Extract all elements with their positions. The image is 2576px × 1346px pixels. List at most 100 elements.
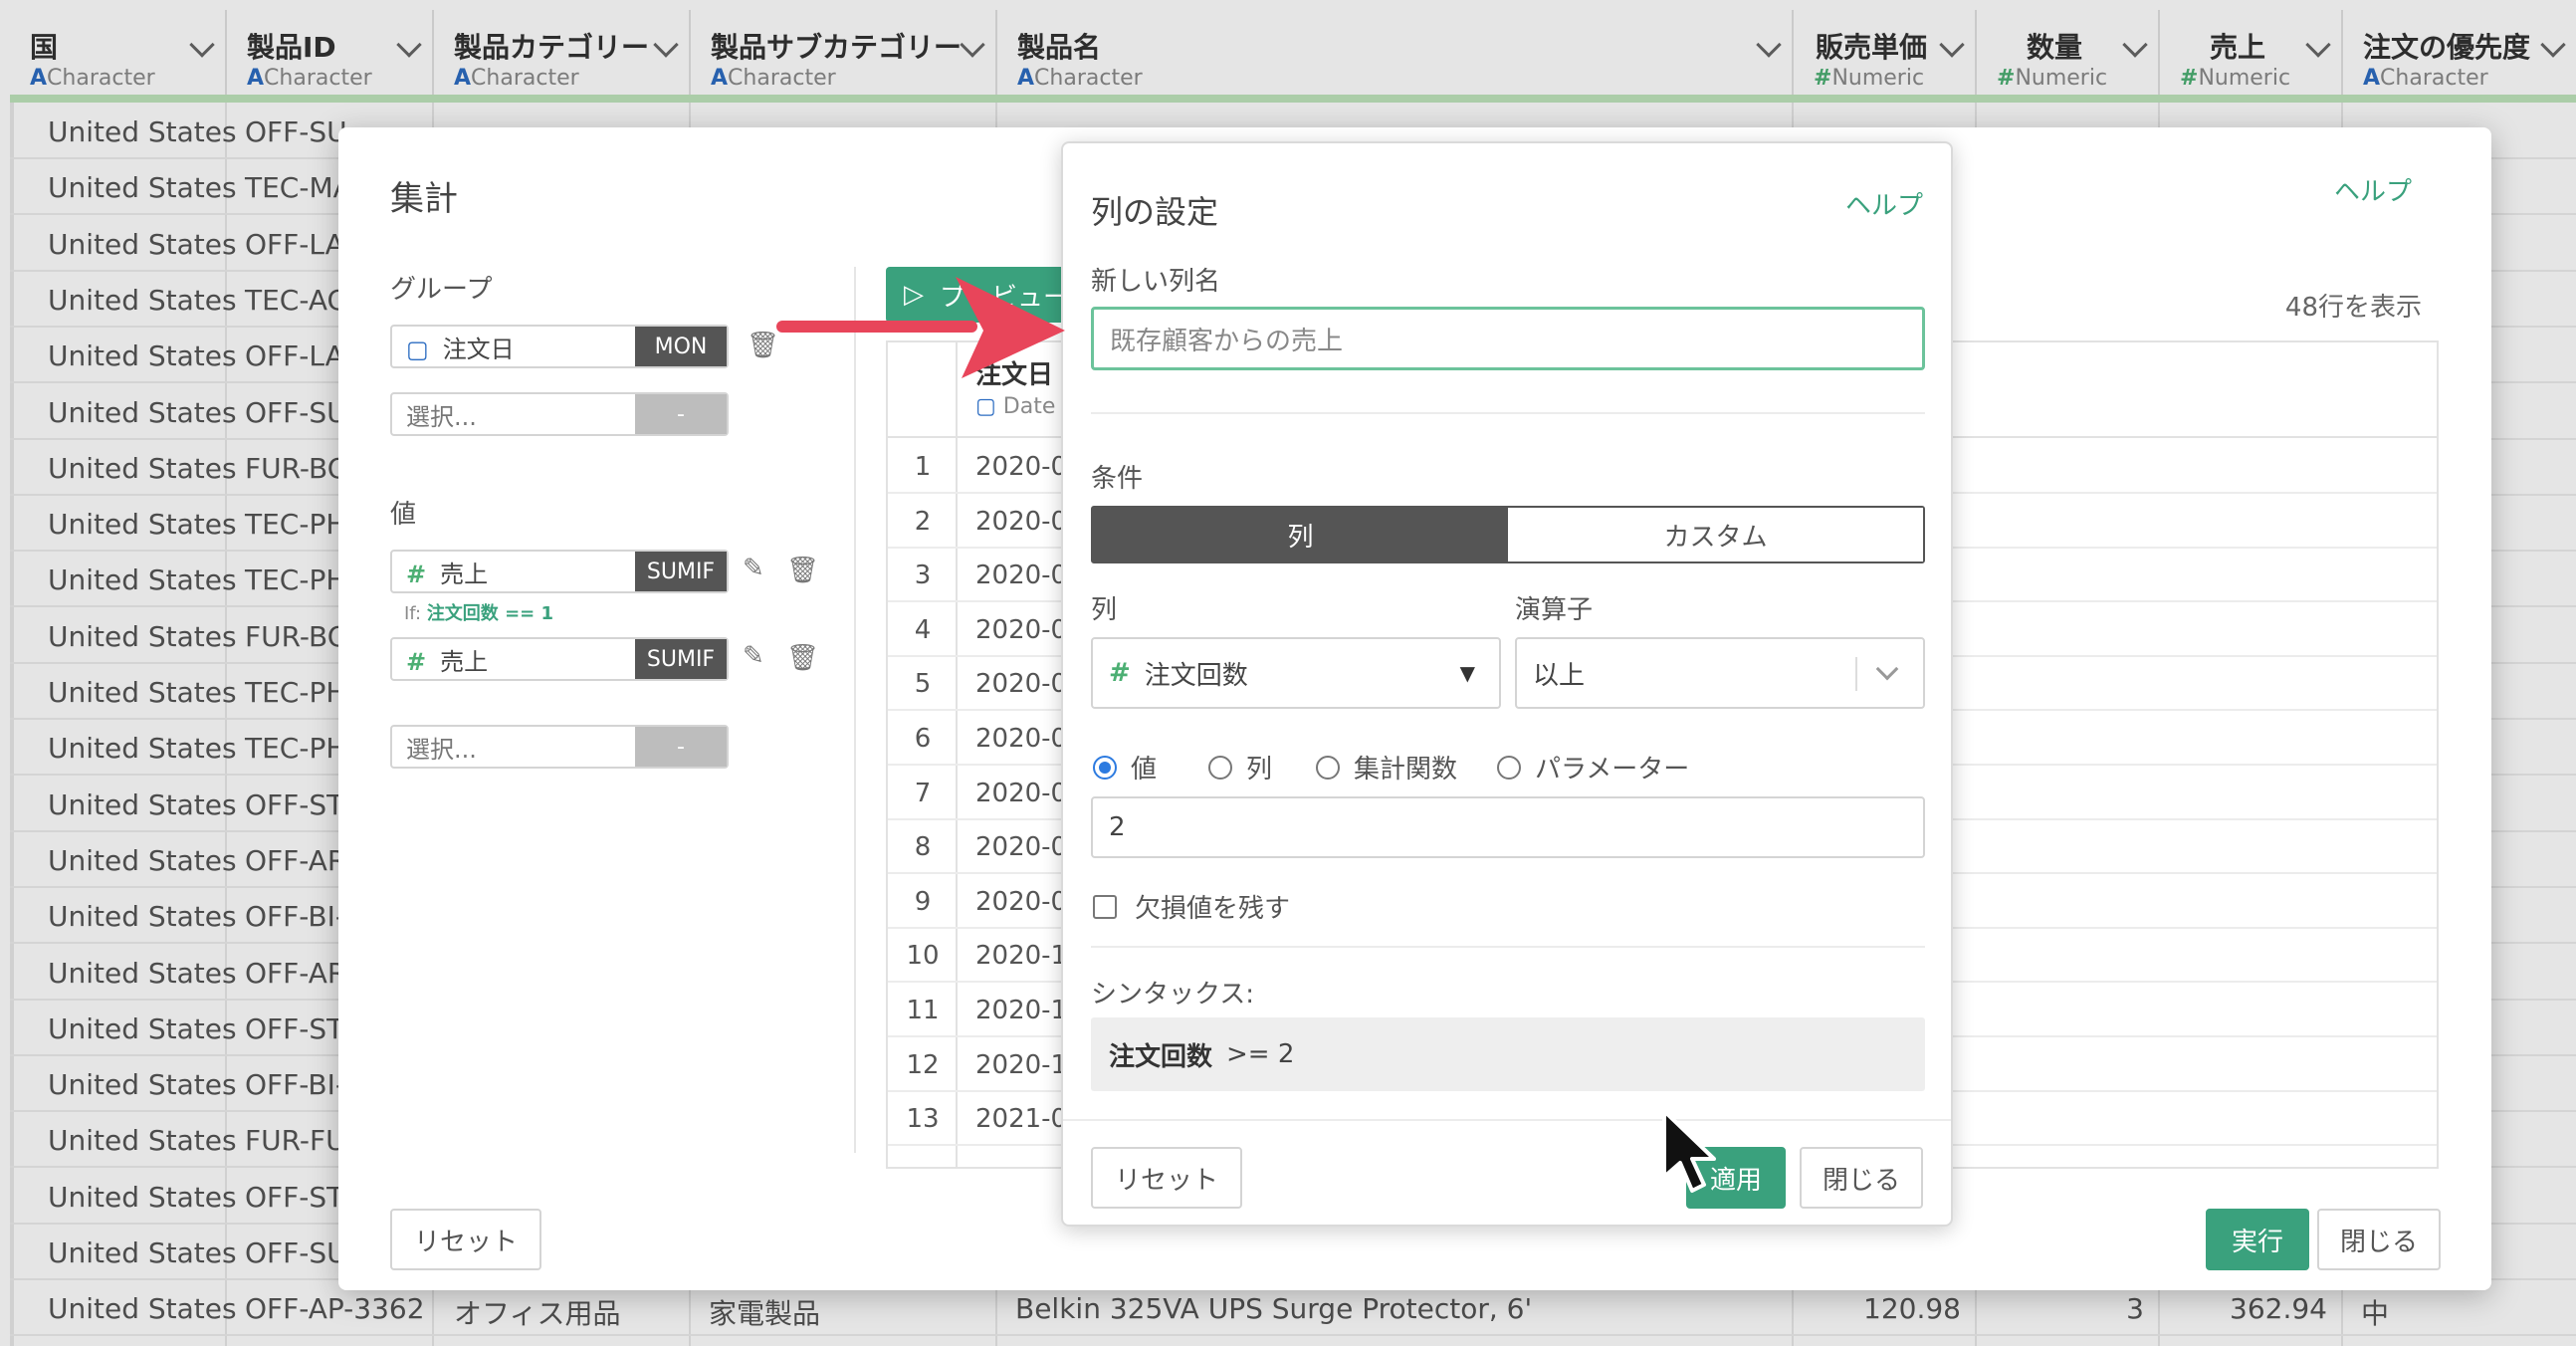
keep-na-checkbox[interactable]: 欠損値を残す	[1093, 888, 1290, 925]
radio-label: 集計関数	[1354, 755, 1458, 785]
radio-value[interactable]: 値	[1093, 749, 1157, 785]
row-value: 2020-1	[975, 1049, 1068, 1080]
row-value: 2020-0	[975, 832, 1068, 863]
value-func-button[interactable]: SUMIF	[635, 639, 727, 679]
select-separator	[1855, 657, 1857, 691]
trash-icon[interactable]: 🗑	[786, 643, 819, 673]
annotation-arrow-icon	[776, 277, 1065, 378]
condition-label: 条件	[1091, 464, 1144, 494]
select-placeholder: 選択...	[406, 735, 477, 764]
row-value: 2020-0	[975, 452, 1068, 482]
dialog-title: 集計	[390, 179, 458, 219]
preview-column-type: ▢ Date	[975, 394, 1056, 419]
group-select-empty[interactable]: 選択... -	[390, 392, 729, 436]
checkbox[interactable]	[1093, 894, 1117, 919]
syntax-label: シンタックス:	[1091, 980, 1254, 1010]
value-label: 値	[390, 500, 417, 530]
radio-button-selected[interactable]	[1093, 755, 1117, 780]
edit-icon[interactable]: ✎	[743, 641, 764, 671]
row-index: 1	[914, 452, 932, 482]
value-field-name: 売上	[440, 560, 489, 588]
divider	[854, 267, 856, 1153]
chevron-down-icon	[1875, 657, 1899, 681]
syntax-field: 注文回数	[1109, 1041, 1213, 1072]
select-placeholder: 選択...	[406, 402, 477, 431]
caret-down-icon: ▼	[1459, 661, 1475, 685]
condition-mode-toggle: 列 カスタム	[1091, 506, 1925, 563]
value-field-select[interactable]: # 売上 SUMIF	[390, 637, 729, 681]
numeric-icon: #	[406, 647, 427, 676]
radio-aggregate[interactable]: 集計関数	[1316, 749, 1457, 785]
row-index: 3	[914, 561, 932, 591]
row-index: 9	[914, 886, 932, 917]
column-select-value: 注文回数	[1144, 660, 1248, 691]
operator-label: 演算子	[1515, 595, 1594, 625]
divider	[1091, 412, 1925, 414]
radio-column[interactable]: 列	[1208, 749, 1272, 785]
group-label: グループ	[390, 275, 493, 305]
row-index: 13	[906, 1104, 940, 1135]
row-index: 8	[914, 832, 932, 863]
help-link[interactable]: ヘルプ	[1845, 185, 1923, 222]
value-select-empty[interactable]: 選択... -	[390, 725, 729, 769]
tab-custom[interactable]: カスタム	[1508, 508, 1923, 561]
row-index: 12	[906, 1049, 940, 1080]
radio-button[interactable]	[1208, 755, 1232, 780]
operator-select[interactable]: 以上	[1515, 637, 1925, 709]
numeric-icon: #	[1109, 658, 1131, 688]
group-field-select[interactable]: ▢ 注文日 MON	[390, 325, 729, 368]
row-value: 2020-1	[975, 996, 1068, 1025]
row-index: 7	[914, 778, 932, 808]
radio-parameter[interactable]: パラメーター	[1497, 749, 1689, 785]
screen: { "grid": { "columns": [ {"name": "国", "…	[0, 0, 2576, 1346]
syntax-preview: 注文回数 >= 2	[1091, 1017, 1925, 1091]
row-value: 2020-0	[975, 669, 1068, 700]
row-value: 2020-0	[975, 886, 1068, 917]
divider	[1091, 946, 1925, 948]
value-condition: If: 注文回数 == 1	[404, 603, 554, 624]
run-button[interactable]: 実行	[2206, 1209, 2309, 1270]
value-field-name: 売上	[440, 647, 489, 676]
row-value: 2021-0	[975, 1104, 1068, 1135]
mouse-cursor-icon	[1662, 1109, 1716, 1193]
row-value: 2020-0	[975, 778, 1068, 808]
new-column-name-input[interactable]: 既存顧客からの売上	[1091, 307, 1925, 370]
checkbox-label: 欠損値を残す	[1135, 894, 1291, 924]
radio-label: パラメーター	[1535, 755, 1690, 785]
row-value: 2020-0	[975, 506, 1068, 537]
close-button[interactable]: 閉じる	[1800, 1147, 1923, 1209]
row-index: 10	[906, 941, 940, 972]
group-func-button[interactable]: MON	[635, 327, 727, 366]
trash-icon[interactable]: 🗑	[786, 556, 819, 585]
row-value: 2020-0	[975, 561, 1068, 591]
radio-button[interactable]	[1497, 755, 1521, 780]
reset-button[interactable]: リセット	[1091, 1147, 1242, 1209]
row-value: 2020-0	[975, 614, 1068, 645]
column-settings-popup: 列の設定 ヘルプ 新しい列名 既存顧客からの売上 条件 列 カスタム 列 演算子…	[1061, 141, 1953, 1227]
radio-label: 値	[1131, 755, 1158, 785]
tab-column[interactable]: 列	[1093, 508, 1508, 561]
trash-icon[interactable]: 🗑	[747, 331, 779, 360]
operator-select-value: 以上	[1533, 660, 1586, 691]
reset-button[interactable]: リセット	[390, 1209, 541, 1270]
radio-button[interactable]	[1316, 755, 1340, 780]
row-value: 2020-1	[975, 941, 1068, 972]
column-label: 列	[1091, 595, 1118, 625]
group-field-name: 注文日	[442, 335, 515, 363]
popup-title: 列の設定	[1091, 193, 1219, 231]
help-link[interactable]: ヘルプ	[2334, 171, 2412, 208]
syntax-expression: >= 2	[1226, 1039, 1295, 1069]
row-value: 2020-0	[975, 724, 1068, 754]
radio-label: 列	[1246, 755, 1273, 785]
numeric-icon: #	[406, 560, 427, 588]
value-func-button[interactable]: SUMIF	[635, 552, 727, 591]
select-tag: -	[635, 394, 727, 434]
column-select[interactable]: # 注文回数 ▼	[1091, 637, 1501, 709]
edit-icon[interactable]: ✎	[743, 554, 764, 583]
value-input[interactable]: 2	[1091, 796, 1925, 858]
select-tag: -	[635, 727, 727, 767]
row-index: 4	[914, 614, 932, 645]
value-field-select[interactable]: # 売上 SUMIF	[390, 550, 729, 593]
calendar-icon: ▢	[406, 335, 429, 363]
close-button[interactable]: 閉じる	[2317, 1209, 2441, 1270]
